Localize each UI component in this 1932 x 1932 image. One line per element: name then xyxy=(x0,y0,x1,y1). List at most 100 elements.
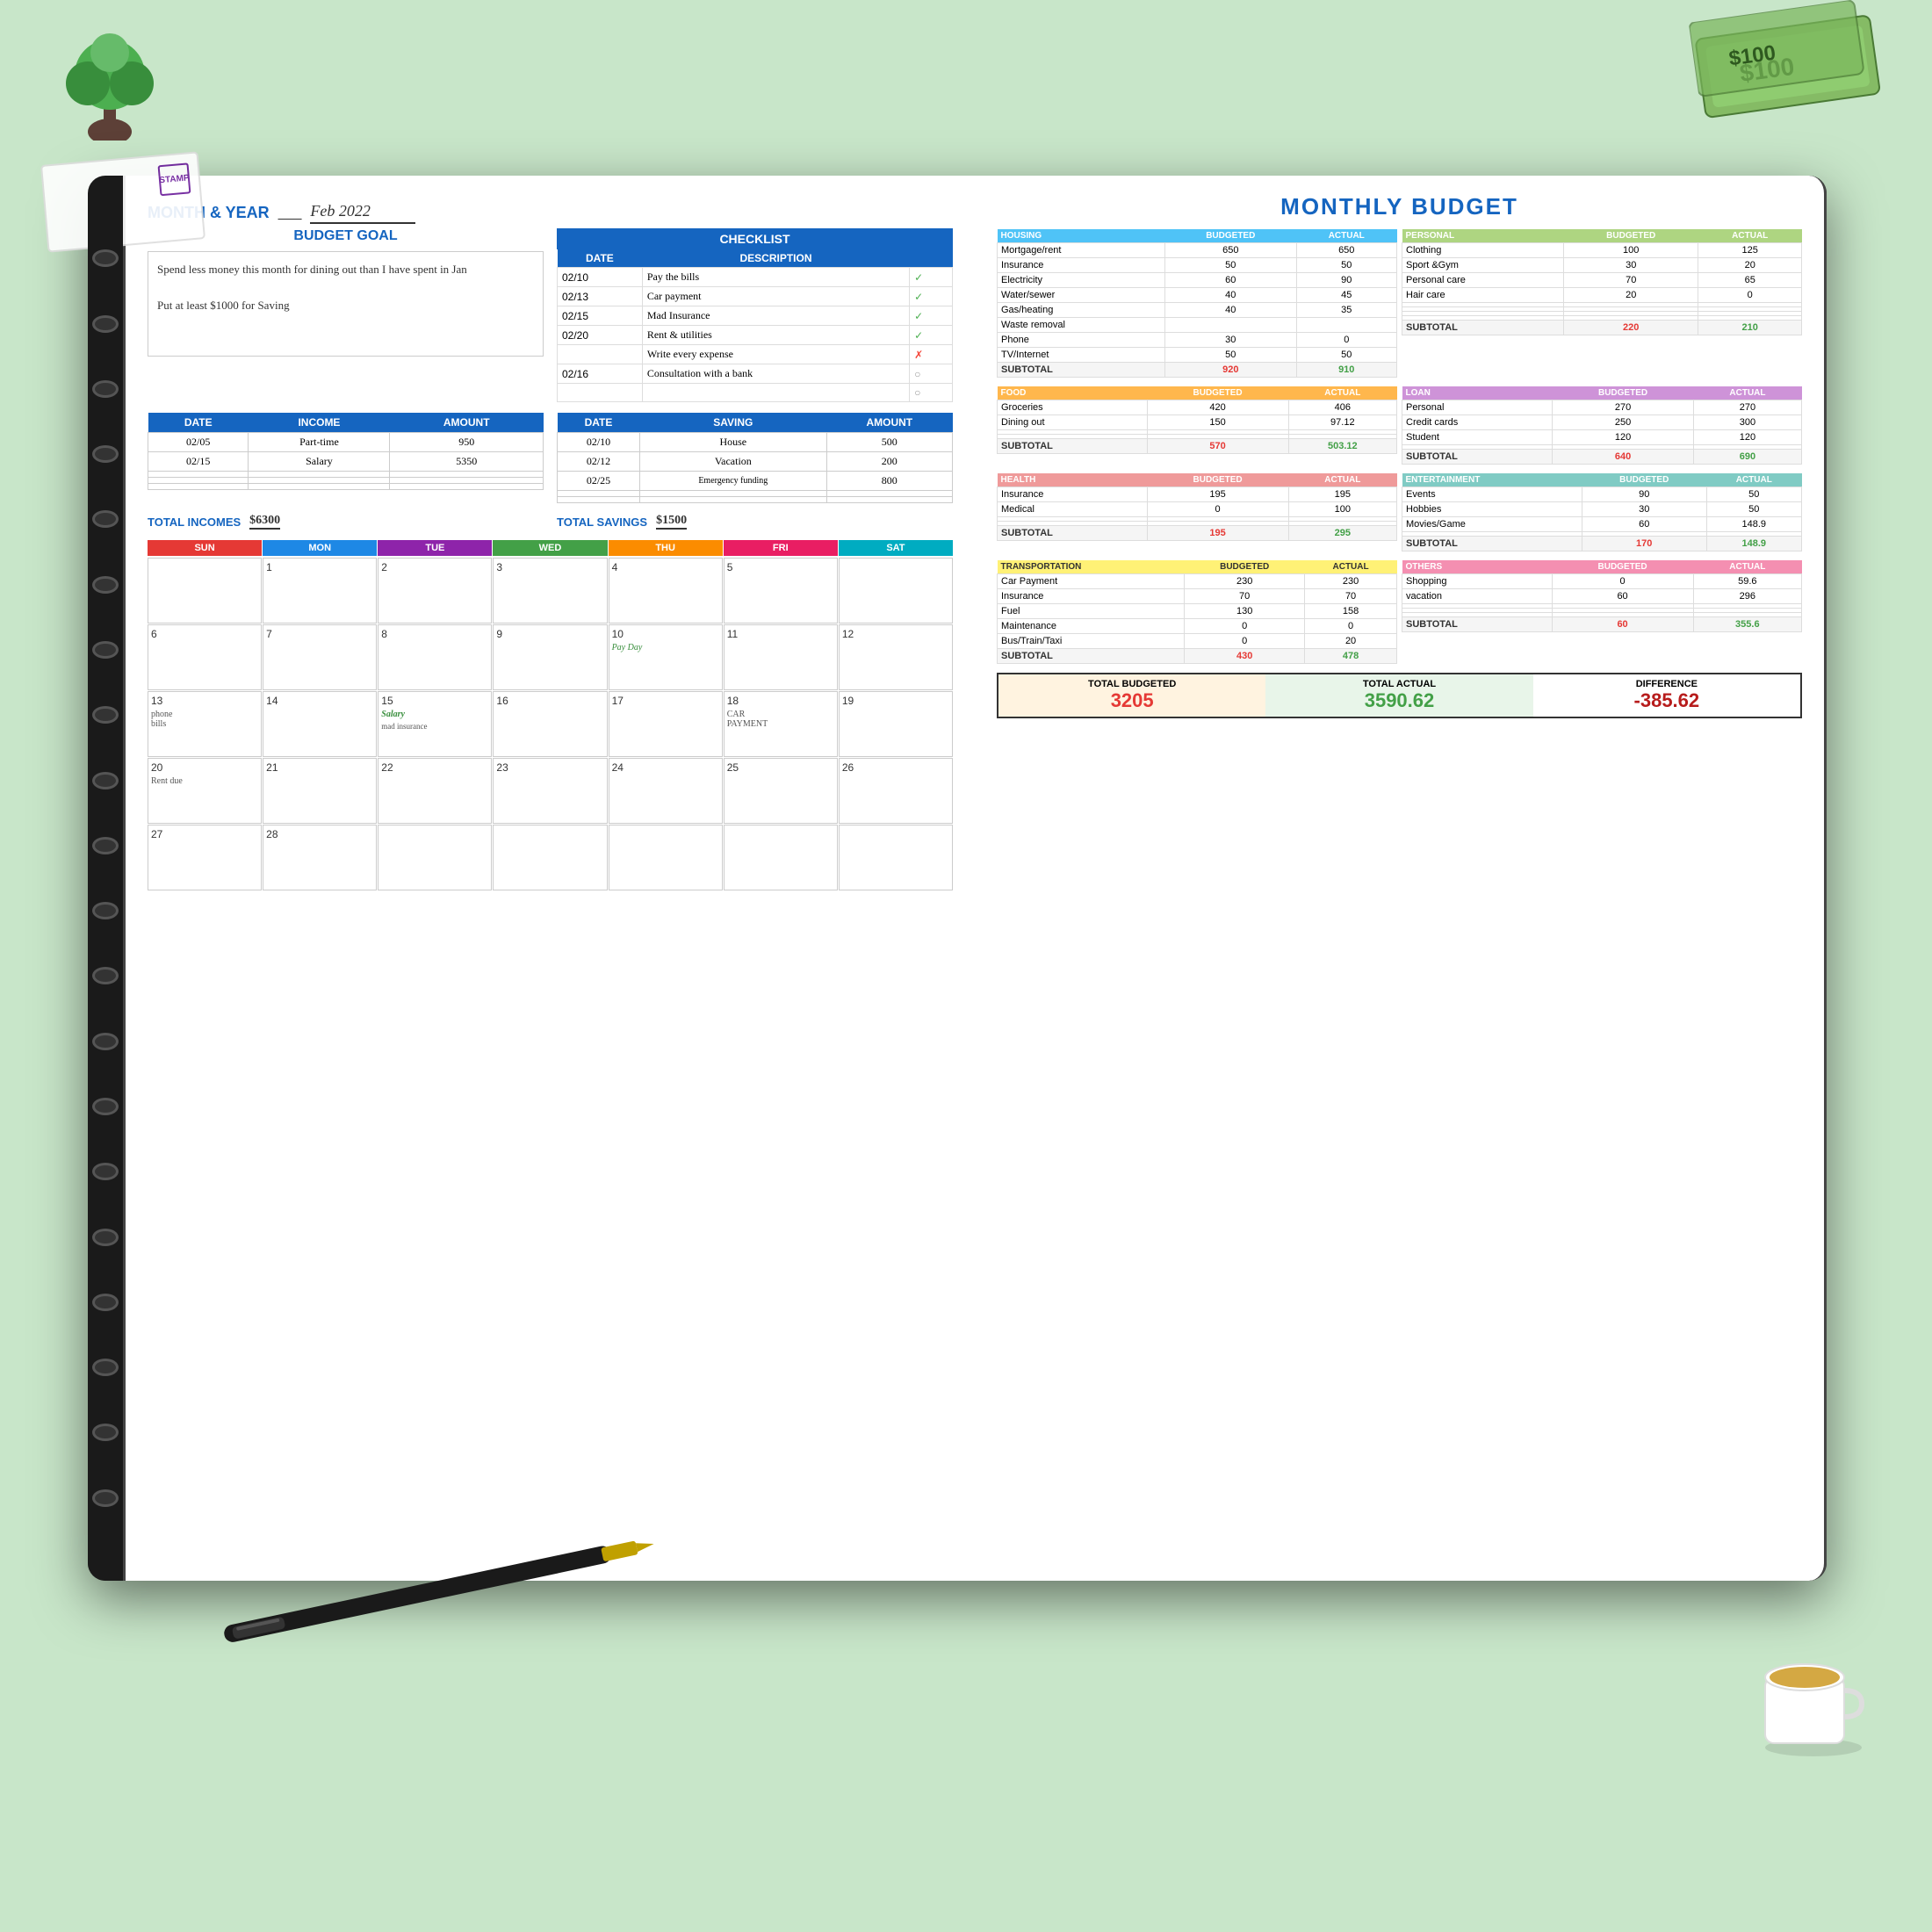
entertainment-row: Movies/Game60148.9 xyxy=(1402,517,1802,532)
housing-row: Waste removal xyxy=(998,318,1397,333)
cal-cell xyxy=(493,825,607,890)
entertainment-budgeted-header: BUDGETED xyxy=(1582,473,1706,487)
checklist-header: CHECKLIST xyxy=(557,228,953,249)
housing-subtotal: SUBTOTAL 920 910 xyxy=(998,363,1397,378)
budget-goal-section: BUDGET GOAL Spend less money this month … xyxy=(148,228,544,402)
transportation-label: TRANSPORTATION xyxy=(998,560,1185,574)
saving-row: 02/12 Vacation 200 xyxy=(558,452,953,472)
spiral-ring xyxy=(92,1163,119,1180)
spiral-ring xyxy=(92,1229,119,1246)
cal-sun: SUN xyxy=(148,540,262,556)
spiral-ring xyxy=(92,706,119,724)
transportation-actual-header: ACTUAL xyxy=(1305,560,1397,574)
checklist-desc-header: DESCRIPTION xyxy=(642,249,909,268)
total-difference-label: DIFFERENCE xyxy=(1538,679,1796,689)
cal-cell: 17 xyxy=(609,691,723,757)
cal-cell: 9 xyxy=(493,624,607,690)
checklist-row: 02/15 Mad Insurance ✓ xyxy=(558,306,953,326)
housing-label: HOUSING xyxy=(998,229,1165,243)
personal-row: Clothing100125 xyxy=(1402,243,1802,258)
loan-subtotal: SUBTOTAL 640 690 xyxy=(1402,450,1802,465)
cal-cell: 5 xyxy=(724,558,838,624)
month-year-row: MONTH & YEAR ___ Feb 2022 xyxy=(148,202,953,224)
others-actual-header: ACTUAL xyxy=(1693,560,1801,574)
transportation-row: Car Payment230230 xyxy=(998,574,1397,589)
health-row: Insurance195195 xyxy=(998,487,1397,502)
left-top-section: BUDGET GOAL Spend less money this month … xyxy=(148,228,953,402)
total-actual-label: TOTAL ACTUAL xyxy=(1270,679,1528,689)
health-label: HEALTH xyxy=(998,473,1148,487)
housing-row: Mortgage/rent650650 xyxy=(998,243,1397,258)
food-section: FOOD BUDGETED ACTUAL Groceries420406 Din… xyxy=(997,386,1397,465)
cal-cell: 1 xyxy=(263,558,377,624)
cal-cell: 21 xyxy=(263,758,377,824)
health-budgeted-header: BUDGETED xyxy=(1147,473,1288,487)
saving-amount: 200 xyxy=(826,452,952,472)
personal-budgeted-header: BUDGETED xyxy=(1563,229,1698,243)
food-label: FOOD xyxy=(998,386,1148,400)
transportation-row: Insurance7070 xyxy=(998,589,1397,604)
loan-actual-header: ACTUAL xyxy=(1693,386,1801,400)
total-savings-label: TOTAL SAVINGS xyxy=(557,515,647,529)
income-row xyxy=(148,472,544,478)
cal-cell: 12 xyxy=(839,624,953,690)
total-budgeted-label: TOTAL BUDGETED xyxy=(1003,679,1261,689)
housing-row: Insurance5050 xyxy=(998,258,1397,273)
housing-row: Gas/heating4035 xyxy=(998,303,1397,318)
income-amount: 5350 xyxy=(390,452,544,472)
monthly-budget-title: MONTHLY BUDGET xyxy=(997,193,1802,220)
checklist-date: 02/13 xyxy=(558,287,643,306)
others-row: Shopping059.6 xyxy=(1402,574,1802,589)
total-actual-value: 3590.62 xyxy=(1270,689,1528,712)
personal-row: Hair care200 xyxy=(1402,288,1802,303)
transportation-budgeted-header: BUDGETED xyxy=(1185,560,1305,574)
health-section: HEALTH BUDGETED ACTUAL Insurance195195 M… xyxy=(997,473,1397,551)
budget-goal-text1: Spend less money this month for dining o… xyxy=(157,261,534,279)
personal-row: Sport &Gym3020 xyxy=(1402,258,1802,273)
check-status: ○ xyxy=(910,384,953,402)
cal-cell: 6 xyxy=(148,624,262,690)
loan-section: LOAN BUDGETED ACTUAL Personal270270 Cred… xyxy=(1402,386,1802,465)
spiral-ring xyxy=(92,1033,119,1050)
checklist-desc: Consultation with a bank xyxy=(642,364,909,384)
transportation-section: TRANSPORTATION BUDGETED ACTUAL Car Payme… xyxy=(997,560,1397,664)
checklist-desc xyxy=(642,384,909,402)
income-type: Salary xyxy=(249,452,390,472)
spiral-ring xyxy=(92,1489,119,1507)
spiral-ring xyxy=(92,445,119,463)
income-type-header: INCOME xyxy=(249,413,390,433)
spiral-ring xyxy=(92,1424,119,1441)
cal-cell: 13phonebills xyxy=(148,691,262,757)
cal-cell xyxy=(839,558,953,624)
transportation-table: TRANSPORTATION BUDGETED ACTUAL Car Payme… xyxy=(997,560,1397,664)
loan-label: LOAN xyxy=(1402,386,1553,400)
transportation-row: Maintenance00 xyxy=(998,619,1397,634)
cal-cell: 18CARPAYMENT xyxy=(724,691,838,757)
checklist-date: 02/10 xyxy=(558,268,643,287)
personal-row: Personal care7065 xyxy=(1402,273,1802,288)
checklist-row: Write every expense ✗ xyxy=(558,345,953,364)
checklist-desc: Rent & utilities xyxy=(642,326,909,345)
income-date-header: DATE xyxy=(148,413,249,433)
cal-cell: 4 xyxy=(609,558,723,624)
food-budgeted-header: BUDGETED xyxy=(1147,386,1288,400)
saving-type: Emergency funding xyxy=(640,472,827,491)
calendar-grid: 1 2 3 4 5 6 7 8 9 10Pay Day 11 12 13phon… xyxy=(148,558,953,890)
cal-cell: 7 xyxy=(263,624,377,690)
others-budgeted-header: BUDGETED xyxy=(1552,560,1693,574)
calendar-section: SUN MON TUE WED THU FRI SAT 1 2 3 4 5 6 … xyxy=(148,540,953,890)
cal-wed: WED xyxy=(493,540,607,556)
cal-cell: 8 xyxy=(378,624,492,690)
cal-cell: 23 xyxy=(493,758,607,824)
check-status: ✓ xyxy=(910,268,953,287)
cal-cell: 27 xyxy=(148,825,262,890)
calendar-header: SUN MON TUE WED THU FRI SAT xyxy=(148,540,953,556)
saving-date: 02/25 xyxy=(558,472,640,491)
checklist-date: 02/15 xyxy=(558,306,643,326)
loan-table: LOAN BUDGETED ACTUAL Personal270270 Cred… xyxy=(1402,386,1802,465)
cal-cell: 3 xyxy=(493,558,607,624)
loan-row: Student120120 xyxy=(1402,430,1802,445)
saving-amount-header: AMOUNT xyxy=(826,413,952,433)
income-row xyxy=(148,478,544,484)
budget-goal-text2: Put at least $1000 for Saving xyxy=(157,297,534,315)
